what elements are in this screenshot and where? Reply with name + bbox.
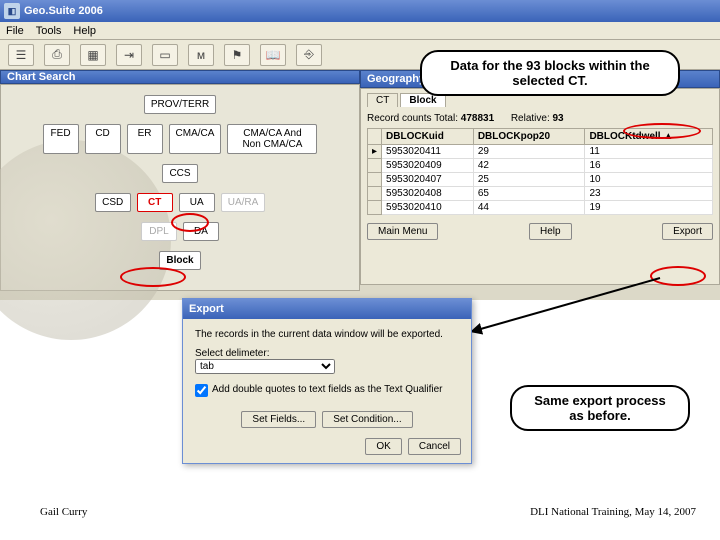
table-row[interactable]: 59530204086523 [368, 187, 713, 201]
main-menu-button[interactable]: Main Menu [367, 223, 438, 240]
delimiter-select[interactable]: tab [195, 359, 335, 374]
node-block[interactable]: Block [159, 251, 200, 270]
counts-label: Record counts Total: [367, 113, 458, 124]
chart-body: PROV/TERR FED CD ER CMA/CA CMA/CA And No… [0, 84, 360, 291]
record-counts: Record counts Total: 478831 Relative: 93 [367, 113, 713, 124]
tool-search-icon[interactable]: ᴍ [188, 44, 214, 66]
app-window: ◧ Geo.Suite 2006 File Tools Help ☰ ⎙ ▦ ⇥… [0, 0, 720, 300]
data-grid[interactable]: DBLOCKuid DBLOCKpop20 DBLOCKtdwell ▲ ▸59… [367, 128, 713, 215]
relative-label: Relative: [511, 113, 550, 124]
delimiter-label: Select delimeter: [195, 348, 459, 359]
menu-tools[interactable]: Tools [36, 25, 62, 37]
export-dialog-buttons: Set Fields... Set Condition... OK Cancel [183, 407, 471, 463]
node-cd[interactable]: CD [85, 124, 121, 154]
export-dialog: Export The records in the current data w… [182, 298, 472, 464]
table-row[interactable]: 59530204104419 [368, 201, 713, 215]
export-button[interactable]: Export [662, 223, 713, 240]
table-row[interactable]: 59530204072510 [368, 173, 713, 187]
hierarchy-chart: PROV/TERR FED CD ER CMA/CA CMA/CA And No… [1, 85, 359, 290]
panes: Chart Search PROV/TERR FED CD ER CMA/CA … [0, 70, 720, 285]
node-ua[interactable]: UA [179, 193, 215, 212]
set-condition-button[interactable]: Set Condition... [322, 411, 412, 428]
tool-chart-icon[interactable]: ▭ [152, 44, 178, 66]
tool-print-icon[interactable]: ⎙ [44, 44, 70, 66]
text-qualifier-checkbox[interactable] [195, 384, 208, 397]
app-icon: ◧ [4, 3, 20, 19]
col-uid[interactable]: DBLOCKuid [382, 129, 474, 145]
node-fed[interactable]: FED [43, 124, 79, 154]
chart-search-pane: Chart Search PROV/TERR FED CD ER CMA/CA … [0, 70, 360, 285]
node-er[interactable]: ER [127, 124, 163, 154]
footer-author: Gail Curry [40, 506, 87, 518]
arrow-export-to-dialog [460, 270, 680, 390]
export-message: The records in the current data window w… [195, 329, 459, 340]
cancel-button[interactable]: Cancel [408, 438, 461, 455]
node-ccs[interactable]: CCS [162, 164, 198, 183]
titlebar[interactable]: ◧ Geo.Suite 2006 [0, 0, 720, 22]
tool-book-icon[interactable]: 📖 [260, 44, 286, 66]
table-row[interactable]: ▸59530204112911 [368, 145, 713, 159]
app-title: Geo.Suite 2006 [24, 5, 103, 17]
node-uara[interactable]: UA/RA [221, 193, 266, 212]
help-button[interactable]: Help [529, 223, 572, 240]
tool-flag-icon[interactable]: ⚑ [224, 44, 250, 66]
geo-body: CT Block Record counts Total: 478831 Rel… [360, 88, 720, 285]
counts-total: 478831 [461, 113, 494, 124]
export-dialog-body: The records in the current data window w… [183, 319, 471, 407]
tool-export-icon[interactable]: ⇥ [116, 44, 142, 66]
callout-top: Data for the 93 blocks within the select… [420, 50, 680, 96]
table-row[interactable]: 59530204094216 [368, 159, 713, 173]
node-da[interactable]: DA [183, 222, 219, 241]
menu-file[interactable]: File [6, 25, 24, 37]
menu-help[interactable]: Help [73, 25, 96, 37]
set-fields-button[interactable]: Set Fields... [241, 411, 316, 428]
node-cmaca[interactable]: CMA/CA [169, 124, 222, 154]
geo-buttons: Main Menu Help Export [367, 223, 713, 240]
col-dwell[interactable]: DBLOCKtdwell ▲ [585, 129, 713, 145]
node-ct[interactable]: CT [137, 193, 173, 212]
chart-search-header[interactable]: Chart Search [0, 70, 360, 84]
geography-data-pane: Geography Data CT Block Record counts To… [360, 70, 720, 285]
callout-bottom: Same export process as before. [510, 385, 690, 431]
footer-event: DLI National Training, May 14, 2007 [530, 506, 696, 518]
row-pointer-icon: ▸ [368, 145, 382, 159]
export-dialog-title[interactable]: Export [183, 299, 471, 319]
menubar: File Tools Help [0, 22, 720, 40]
tool-list-icon[interactable]: ☰ [8, 44, 34, 66]
node-dpl[interactable]: DPL [141, 222, 177, 241]
text-qualifier-label: Add double quotes to text fields as the … [212, 384, 443, 395]
tool-door-icon[interactable]: ⎆ [296, 44, 322, 66]
text-qualifier-checkbox-row: Add double quotes to text fields as the … [195, 384, 459, 397]
relative-value: 93 [553, 113, 564, 124]
tool-calc-icon[interactable]: ▦ [80, 44, 106, 66]
node-cmaca-non[interactable]: CMA/CA And Non CMA/CA [227, 124, 317, 154]
grid-header-row: DBLOCKuid DBLOCKpop20 DBLOCKtdwell ▲ [368, 129, 713, 145]
node-prov[interactable]: PROV/TERR [144, 95, 216, 114]
col-pop[interactable]: DBLOCKpop20 [473, 129, 585, 145]
node-csd[interactable]: CSD [95, 193, 131, 212]
row-selector-header [368, 129, 382, 145]
delimiter-field: Select delimeter: tab [195, 348, 459, 374]
tab-ct[interactable]: CT [367, 93, 398, 107]
ok-button[interactable]: OK [365, 438, 401, 455]
